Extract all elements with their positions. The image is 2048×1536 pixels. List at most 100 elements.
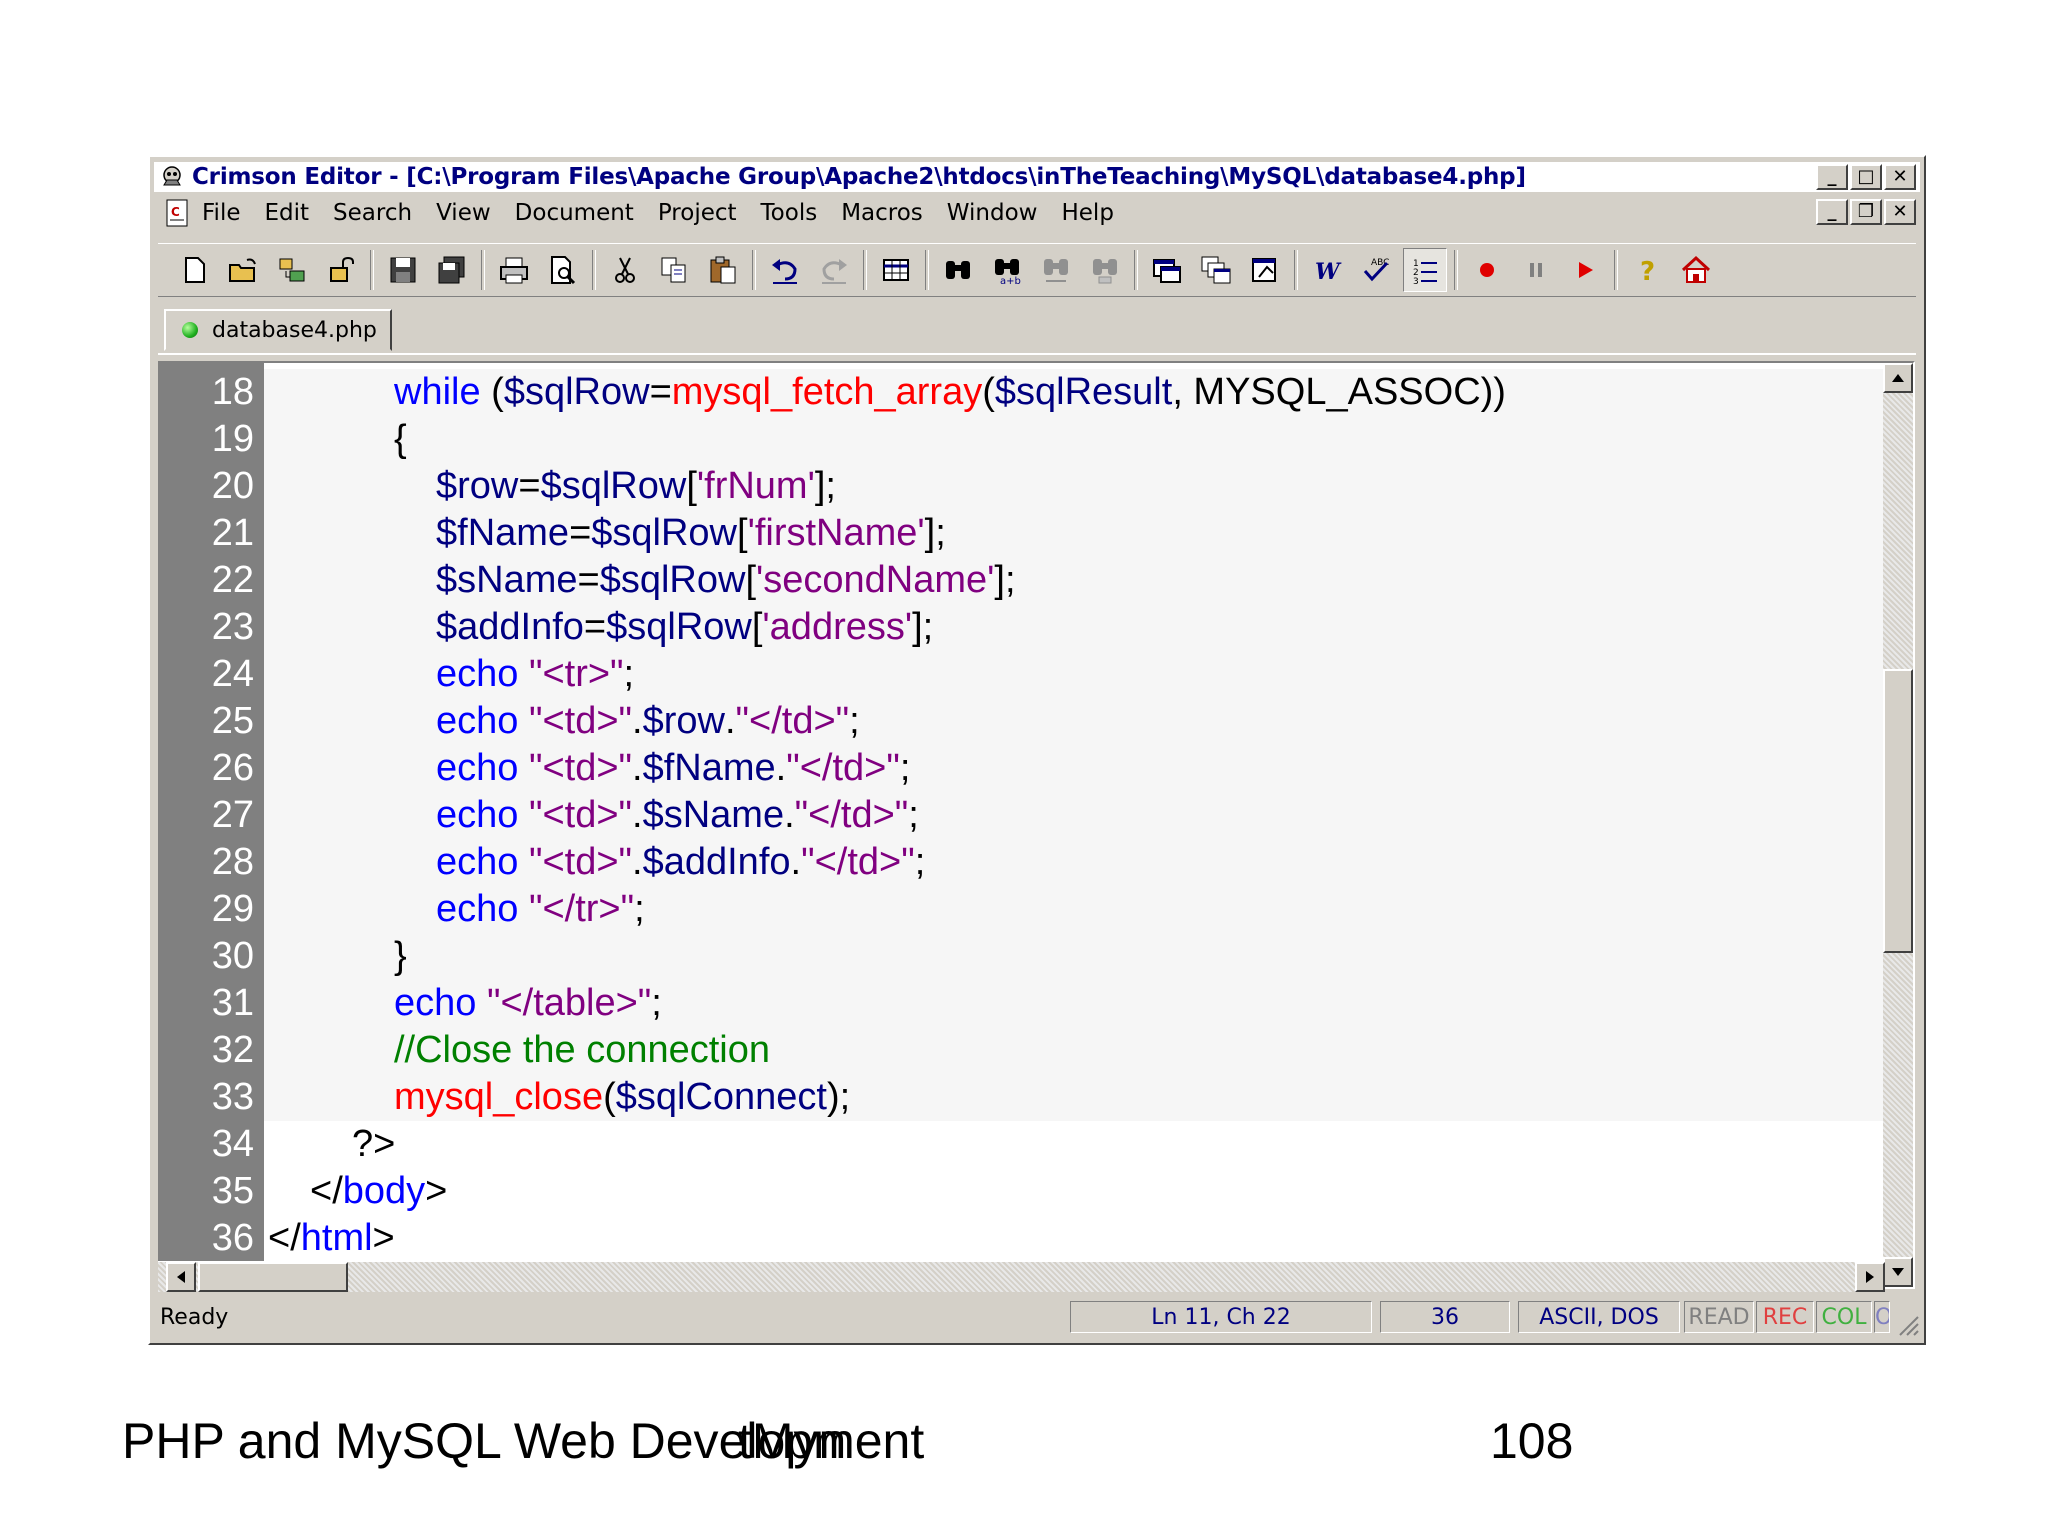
document-minimize-button[interactable]: _	[1816, 199, 1848, 225]
scroll-left-button[interactable]	[166, 1262, 196, 1292]
save-icon[interactable]	[381, 248, 425, 292]
open-file-icon[interactable]	[221, 248, 265, 292]
window-title: Crimson Editor - [C:\Program Files\Apach…	[192, 164, 1526, 190]
menu-document[interactable]: Document	[515, 200, 634, 226]
code-line[interactable]: $row = $sqlRow['frNum'];	[264, 463, 1913, 510]
find-in-files-icon[interactable]	[1083, 248, 1127, 292]
crimson-editor-app-icon[interactable]	[158, 165, 186, 189]
menu-view[interactable]: View	[436, 200, 491, 226]
code-line[interactable]: $fName = $sqlRow['firstName'];	[264, 510, 1913, 557]
scroll-right-button[interactable]	[1855, 1262, 1885, 1292]
new-file-icon[interactable]	[172, 248, 216, 292]
code-line[interactable]: echo "</tr>";	[264, 886, 1913, 933]
code-line[interactable]: echo "<td>". $row. "</td>";	[264, 698, 1913, 745]
code-token: {	[394, 418, 407, 460]
paste-icon[interactable]	[701, 248, 745, 292]
horizontal-scroll-thumb[interactable]	[198, 1262, 348, 1292]
code-token: .	[632, 747, 643, 789]
code-line[interactable]: while ($sqlRow = mysql_fetch_array($sqlRes…	[264, 369, 1913, 416]
toolbar-separator	[752, 250, 756, 290]
code-token: );	[826, 1076, 851, 1118]
cascade-icon[interactable]	[1194, 248, 1238, 292]
line-number: 19	[211, 418, 254, 460]
code-token: "</td>"	[794, 794, 909, 836]
code-area[interactable]: while ($sqlRow = mysql_fetch_array($sqlRes…	[264, 363, 1913, 1287]
menu-help[interactable]: Help	[1061, 200, 1113, 226]
minimize-button[interactable]: _	[1816, 164, 1848, 190]
code-token: =	[518, 465, 541, 507]
scroll-down-button[interactable]	[1883, 1257, 1913, 1287]
close-button[interactable]: ✕	[1884, 164, 1916, 190]
code-line[interactable]: echo "<td>". $addInfo. "</td>";	[264, 839, 1913, 886]
vertical-scrollbar[interactable]	[1883, 363, 1913, 1287]
cut-icon[interactable]	[603, 248, 647, 292]
document-icon[interactable]: C	[162, 198, 192, 228]
redo-icon[interactable]	[812, 248, 856, 292]
window-list-icon[interactable]	[1145, 248, 1189, 292]
menu-edit[interactable]: Edit	[265, 200, 310, 226]
horizontal-scrollbar[interactable]	[158, 1261, 1885, 1292]
resize-grip-icon[interactable]	[1894, 1311, 1920, 1337]
print-icon[interactable]	[492, 248, 536, 292]
copy-icon[interactable]	[652, 248, 696, 292]
home-icon[interactable]	[1674, 248, 1718, 292]
find-icon[interactable]	[936, 248, 980, 292]
code-token: $sqlRow	[503, 371, 650, 413]
spell-check-icon[interactable]: ABC	[1354, 248, 1398, 292]
code-token: ;	[849, 700, 860, 742]
code-line[interactable]: $sName = $sqlRow['secondName'];	[264, 557, 1913, 604]
code-editor[interactable]: 18 19 20 21 22 23 24 25 26 27 28 29 30 31 32 33 34 35 36 w…	[158, 361, 1915, 1289]
tab-database4-php[interactable]: database4.php	[164, 309, 392, 351]
clipboard-icon[interactable]	[1243, 248, 1287, 292]
column-mode-icon[interactable]	[874, 248, 918, 292]
menu-project[interactable]: Project	[658, 200, 737, 226]
pause-macro-icon[interactable]	[1514, 248, 1558, 292]
scroll-up-button[interactable]	[1883, 363, 1913, 393]
code-token: $fName	[642, 747, 776, 789]
code-token: .	[632, 841, 643, 883]
print-preview-icon[interactable]	[541, 248, 585, 292]
code-line[interactable]: echo "<td>". $fName. "</td>";	[264, 745, 1913, 792]
menu-window[interactable]: Window	[947, 200, 1038, 226]
menu-macros[interactable]: Macros	[841, 200, 923, 226]
line-number: 31	[211, 982, 254, 1024]
line-numbers-icon[interactable]: 123	[1403, 248, 1447, 292]
record-macro-icon[interactable]	[1465, 248, 1509, 292]
replace-icon[interactable]	[1034, 248, 1078, 292]
save-all-icon[interactable]	[430, 248, 474, 292]
code-token: ;	[908, 794, 919, 836]
menu-search[interactable]: Search	[333, 200, 412, 226]
unlock-icon[interactable]	[319, 248, 363, 292]
code-line[interactable]: </html >	[264, 1215, 395, 1262]
code-token: [	[737, 512, 748, 554]
code-line[interactable]: echo "<tr>";	[264, 651, 1913, 698]
undo-icon[interactable]	[763, 248, 807, 292]
code-line[interactable]: mysql_close($sqlConnect);	[264, 1074, 1913, 1121]
code-line[interactable]: echo "</table>";	[264, 980, 1913, 1027]
code-line[interactable]: }	[264, 933, 1913, 980]
line-number: 36	[211, 1217, 254, 1259]
help-icon[interactable]: ?	[1625, 248, 1669, 292]
code-line[interactable]: echo "<td>". $sName. "</td>";	[264, 792, 1913, 839]
find-next-icon[interactable]: a+b	[985, 248, 1029, 292]
maximize-button[interactable]: □	[1850, 164, 1882, 190]
code-line[interactable]: ?>	[264, 1121, 395, 1168]
status-read-mode: READ	[1684, 1301, 1754, 1333]
title-bar[interactable]: Crimson Editor - [C:\Program Files\Apach…	[154, 162, 1920, 192]
code-token: .	[724, 700, 736, 742]
vertical-scroll-thumb[interactable]	[1883, 669, 1913, 953]
word-wrap-icon[interactable]: W	[1305, 248, 1349, 292]
play-macro-icon[interactable]	[1563, 248, 1607, 292]
open-remote-icon[interactable]	[270, 248, 314, 292]
menu-tools[interactable]: Tools	[761, 200, 818, 226]
document-close-button[interactable]: ✕	[1884, 199, 1916, 225]
code-line[interactable]: $addInfo = $sqlRow['address'];	[264, 604, 1913, 651]
document-restore-button[interactable]: ❐	[1850, 199, 1882, 225]
code-line[interactable]: {	[264, 416, 1913, 463]
code-line[interactable]: </body >	[264, 1168, 447, 1215]
menu-file[interactable]: File	[202, 200, 241, 226]
code-token: $row	[642, 700, 725, 742]
code-line[interactable]: //Close the connection	[264, 1027, 1913, 1074]
